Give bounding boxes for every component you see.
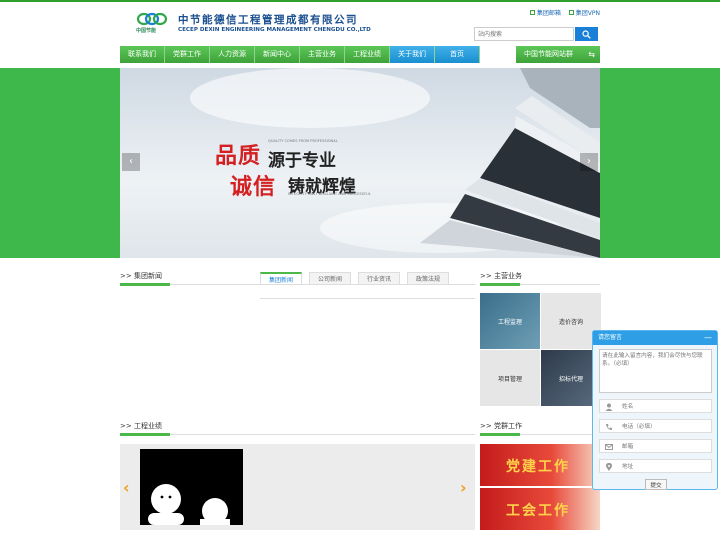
banner-image[interactable]: QUALITY COMES FROM PROFESSIONAL 品质 源于专业 … <box>120 68 600 258</box>
nav-news[interactable]: 新闻中心 <box>255 46 300 63</box>
location-icon <box>606 463 612 471</box>
phone-field <box>599 419 712 433</box>
projects-divider <box>120 433 475 436</box>
phone-input[interactable] <box>622 421 707 432</box>
group-mail-link[interactable]: 集团邮箱 <box>529 8 561 17</box>
top-accent-line <box>0 0 720 2</box>
banner-prev-button[interactable]: ‹ <box>122 153 140 171</box>
business-tile-supervision[interactable]: 工程监理 <box>480 293 540 349</box>
mail-icon <box>529 10 535 15</box>
business-tile-management[interactable]: 项目管理 <box>480 350 540 406</box>
party-work-divider <box>480 433 600 436</box>
company-name-en: CECEP DEXIN ENGINEERING MANAGEMENT CHENG… <box>178 27 371 33</box>
search-input[interactable] <box>474 27 574 41</box>
nav-party[interactable]: 党群工作 <box>165 46 210 63</box>
quick-links: 集团邮箱 集团VPN <box>524 8 600 17</box>
slogan-2-red: 诚信 <box>230 174 277 200</box>
tab-group-news[interactable]: 集团新闻 <box>260 272 303 285</box>
banner: QUALITY COMES FROM PROFESSIONAL 品质 源于专业 … <box>0 68 720 258</box>
news-tabs: 集团新闻 公司新闻 行业资讯 政策法规 <box>260 272 456 285</box>
address-field <box>599 459 712 473</box>
banner-next-button[interactable]: › <box>580 153 598 171</box>
site-group-button[interactable]: 中国节能网站群 ⇆ <box>516 46 600 63</box>
mail-icon <box>605 444 613 450</box>
cecep-logo-icon <box>136 12 168 26</box>
email-field <box>599 439 712 453</box>
chevron-left-icon: ‹ <box>129 156 133 167</box>
chevron-right-icon: › <box>587 156 591 167</box>
message-header[interactable]: 请您留言 — <box>593 331 717 345</box>
phone-icon <box>606 424 612 430</box>
logo-text: 中国节能 <box>136 28 157 34</box>
name-field <box>599 399 712 413</box>
message-widget: 请您留言 — 提交 <box>592 330 718 490</box>
union-work-banner[interactable]: 工会工作 <box>480 488 600 530</box>
projects-next-button[interactable]: › <box>460 478 467 497</box>
slogan-tag-1: QUALITY COMES FROM PROFESSIONAL <box>268 139 338 143</box>
party-work-title[interactable]: >> 党群工作 <box>480 421 522 431</box>
cartoon-figures <box>148 484 230 525</box>
slogan-1-dark: 源于专业 <box>268 151 336 171</box>
nav-contact[interactable]: 联系我们 <box>120 46 165 63</box>
nav-projects[interactable]: 工程业绩 <box>345 46 390 63</box>
user-icon <box>605 403 613 411</box>
logo[interactable]: 中国节能 <box>136 12 168 34</box>
building-graphic <box>120 68 600 258</box>
projects-prev-button[interactable]: ‹ <box>123 478 130 497</box>
project-thumbnail[interactable] <box>140 449 243 525</box>
vpn-icon <box>568 10 574 15</box>
news-tabs-divider <box>260 298 475 299</box>
minimize-icon[interactable]: — <box>704 331 712 345</box>
nav-business[interactable]: 主营业务 <box>300 46 345 63</box>
tab-industry-info[interactable]: 行业资讯 <box>358 272 401 285</box>
nav-about[interactable]: 关于我们 <box>390 46 435 63</box>
nav-home[interactable]: 首页 <box>435 46 480 63</box>
search-button[interactable] <box>575 27 598 41</box>
slogan-1-red: 品质 <box>215 143 262 169</box>
company-name-cn: 中节能德信工程管理成都有限公司 <box>178 14 358 26</box>
slogan-tag-2: INTEGRITY CAST BRILLIANT AND SUCCESSFUL <box>288 192 371 196</box>
main-business-title[interactable]: >> 主营业务 <box>480 271 522 281</box>
submit-button[interactable]: 提交 <box>645 479 667 490</box>
site-group-icon: ⇆ <box>588 50 595 59</box>
group-news-title[interactable]: >> 集团新闻 <box>120 271 162 281</box>
address-input[interactable] <box>622 461 707 472</box>
email-input[interactable] <box>622 441 707 452</box>
search-icon <box>582 30 591 39</box>
nav-hr[interactable]: 人力资源 <box>210 46 255 63</box>
projects-carousel: ‹ › <box>120 444 475 530</box>
projects-title[interactable]: >> 工程业绩 <box>120 421 162 431</box>
group-vpn-link[interactable]: 集团VPN <box>568 8 600 17</box>
message-textarea[interactable] <box>599 349 712 393</box>
tab-policy[interactable]: 政策法规 <box>407 272 450 285</box>
main-nav: 联系我们 党群工作 人力资源 新闻中心 主营业务 工程业绩 关于我们 首页 <box>120 46 480 63</box>
name-input[interactable] <box>622 401 707 412</box>
party-building-banner[interactable]: 党建工作 <box>480 444 600 486</box>
main-business-divider <box>480 283 600 286</box>
site-search <box>474 27 598 41</box>
tab-company-news[interactable]: 公司新闻 <box>309 272 352 285</box>
